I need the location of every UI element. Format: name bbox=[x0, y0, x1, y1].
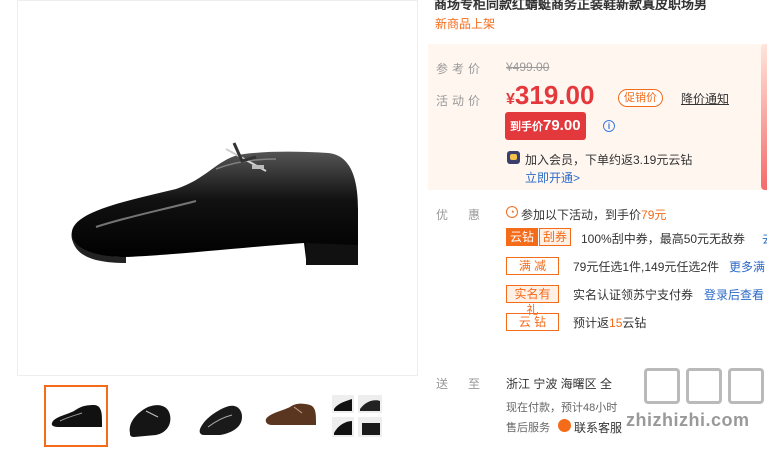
yunzuan-tag: 云钻 bbox=[506, 228, 538, 246]
full-discount-more-link[interactable]: 更多满 bbox=[729, 258, 765, 275]
yunzuan-return-tag: 云 钻 bbox=[506, 313, 559, 331]
scratch-coupon-text: 100%刮中券，最高50元无敌券 bbox=[581, 232, 746, 246]
side-banner bbox=[761, 44, 767, 190]
shoe-thumb-icon bbox=[265, 403, 316, 425]
yunzuan-return-prefix: 预计返 bbox=[573, 316, 610, 330]
thumbnail-3[interactable] bbox=[190, 385, 254, 447]
watermark: zhizhizhi.com bbox=[618, 366, 767, 449]
promo-circle-icon: ◔ bbox=[506, 206, 518, 218]
product-title: 商场专柜同款红蜻蜓商务正装鞋新款真皮职场男 bbox=[434, 0, 708, 10]
promo-price-badge: 促销价 bbox=[618, 89, 663, 107]
realname-gift-text: 实名认证领苏宁支付券 bbox=[573, 288, 694, 302]
payment-eta-note: 现在付款，预计48小时 bbox=[506, 402, 618, 414]
thumbnail-4[interactable] bbox=[260, 385, 324, 447]
thumbnail-5[interactable] bbox=[326, 385, 390, 447]
watermark-text: zhizhizhi.com bbox=[626, 410, 750, 430]
full-discount-text: 79元任选1件,149元任选2件 bbox=[573, 260, 720, 274]
ship-location-selector[interactable]: 浙江 宁波 海曙区 全 bbox=[506, 375, 612, 392]
scratch-coupon-tag: 刮券 bbox=[539, 228, 571, 246]
watermark-glyph bbox=[728, 368, 764, 404]
promo-intro-value: 79元 bbox=[641, 208, 667, 222]
price-drop-notice-link[interactable]: 降价通知 bbox=[681, 90, 729, 107]
scratch-coupon-link[interactable]: 去 bbox=[762, 230, 767, 247]
current-price-value: 319.00 bbox=[514, 80, 595, 110]
shoe-thumb-icon bbox=[199, 405, 242, 435]
thumbnail-2[interactable] bbox=[118, 385, 182, 447]
currency-symbol: ¥ bbox=[506, 91, 515, 108]
current-price: ¥319.00 bbox=[506, 80, 594, 111]
member-icon bbox=[507, 151, 520, 164]
login-to-view-link[interactable]: 登录后查看 bbox=[704, 286, 764, 303]
final-price-value: 79.00 bbox=[543, 117, 581, 134]
open-membership-link[interactable]: 立即开通> bbox=[525, 169, 580, 186]
after-sales-label: 售后服务 bbox=[506, 422, 550, 434]
realname-gift-tag: 实名有礼 bbox=[506, 285, 559, 317]
shoe-collage-icon bbox=[332, 395, 382, 437]
final-price-label: 到手价 bbox=[510, 121, 543, 133]
main-product-image[interactable] bbox=[17, 0, 418, 376]
yunzuan-return-text: 预计返15云钻 bbox=[573, 314, 646, 331]
promo-intro: 参加以下活动，到手价79元 bbox=[521, 206, 666, 223]
yunzuan-return-suffix: 云钻 bbox=[622, 316, 647, 330]
promo-intro-text: 参加以下活动，到手价 bbox=[521, 208, 642, 222]
watermark-glyph bbox=[686, 368, 722, 404]
customer-service-icon bbox=[558, 419, 571, 432]
yunzuan-return-value: 15 bbox=[609, 316, 623, 330]
promotions-label: 优惠 bbox=[436, 208, 501, 222]
shoe-thumb-icon bbox=[129, 405, 171, 437]
watermark-glyph bbox=[644, 368, 680, 404]
final-price-badge: 到手价79.00 bbox=[505, 112, 586, 140]
thumbnail-1[interactable] bbox=[44, 385, 108, 447]
ref-price: ¥499.00 bbox=[506, 60, 550, 74]
full-discount-tag: 满 减 bbox=[506, 257, 559, 275]
contact-customer-service-link[interactable]: 联系客服 bbox=[574, 419, 622, 436]
new-product-tag: 新商品上架 bbox=[435, 17, 496, 31]
info-icon[interactable]: i bbox=[603, 120, 615, 132]
price-panel: 参考价 ¥499.00 活动价 ¥319.00 促销价 降价通知 到手价79.0… bbox=[428, 44, 767, 190]
ship-to-label: 送至 bbox=[436, 377, 501, 391]
current-price-label: 活动价 bbox=[436, 94, 485, 108]
ref-price-label: 参考价 bbox=[436, 62, 485, 76]
member-promo-text: 加入会员，下单约返3.19元云钻 bbox=[525, 153, 693, 167]
watermark-logo bbox=[644, 368, 764, 404]
shoe-image bbox=[71, 142, 359, 265]
shoe-thumb-icon bbox=[51, 405, 102, 427]
